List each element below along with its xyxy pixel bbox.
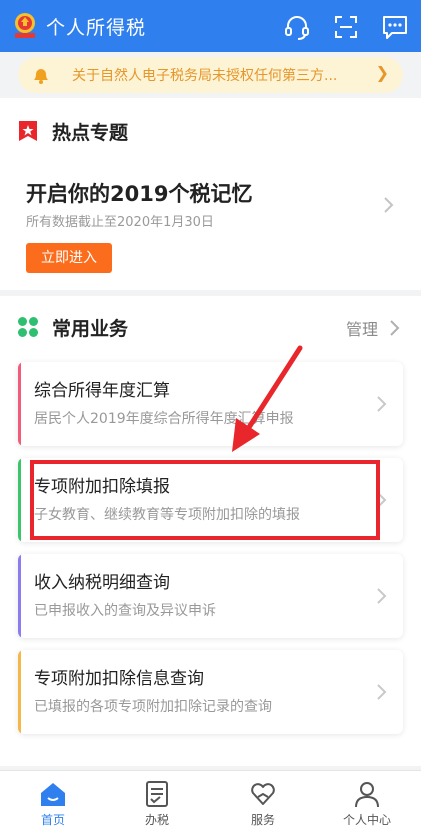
tab-label: 办税	[144, 813, 169, 827]
chevron-right-icon: ❯	[375, 63, 389, 82]
service-title: 专项附加扣除信息查询	[34, 669, 204, 689]
chevron-right-icon	[377, 396, 387, 412]
chevron-right-icon	[377, 684, 387, 700]
notice-banner[interactable]: 关于自然人电子税务局未授权任何第三方... ❯	[18, 57, 403, 93]
service-desc: 已申报收入的查询及异议申诉	[34, 603, 216, 619]
document-icon	[146, 781, 168, 807]
service-item-income-query[interactable]: 收入纳税明细查询 已申报收入的查询及异议申诉	[18, 554, 403, 638]
chevron-right-icon[interactable]	[389, 319, 401, 337]
hot-topics-title: 热点专题	[52, 122, 129, 144]
home-icon	[41, 783, 65, 806]
chevron-right-icon[interactable]	[383, 196, 395, 214]
message-icon[interactable]	[380, 12, 410, 42]
enter-now-button[interactable]: 立即进入	[26, 243, 112, 273]
scan-icon[interactable]	[331, 12, 361, 42]
service-title: 收入纳税明细查询	[34, 573, 170, 593]
heart-hand-icon	[251, 783, 275, 805]
bottom-tab-bar: 首页 办税 服务 个人中心	[0, 770, 421, 832]
accent-bar	[18, 650, 21, 734]
tab-services[interactable]: 服务	[228, 771, 298, 832]
accent-bar	[18, 458, 21, 542]
customer-service-icon[interactable]	[282, 12, 312, 42]
tab-tax-handling[interactable]: 办税	[122, 771, 192, 832]
service-title: 综合所得年度汇算	[34, 381, 170, 401]
person-icon	[355, 782, 379, 808]
tab-label: 服务	[250, 813, 275, 827]
common-services-title: 常用业务	[52, 318, 129, 340]
grid-clover-icon	[18, 317, 38, 337]
service-desc: 居民个人2019年度综合所得年度汇算申报	[34, 411, 294, 427]
tab-label: 个人中心	[342, 813, 391, 827]
chevron-right-icon	[377, 588, 387, 604]
tab-personal-center[interactable]: 个人中心	[332, 771, 402, 832]
notice-text: 关于自然人电子税务局未授权任何第三方...	[72, 68, 338, 84]
service-item-annual-settlement[interactable]: 综合所得年度汇算 居民个人2019年度综合所得年度汇算申报	[18, 362, 403, 446]
highlight-box	[30, 460, 380, 540]
app-title: 个人所得税	[46, 17, 147, 39]
accent-bar	[18, 362, 21, 446]
topic-card-title[interactable]: 开启你的2019个税记忆	[26, 178, 252, 208]
manage-link[interactable]: 管理	[346, 316, 378, 340]
tax-emblem-icon	[15, 13, 35, 38]
tab-home[interactable]: 首页	[18, 771, 88, 832]
accent-bar	[18, 554, 21, 638]
service-item-deduction-query[interactable]: 专项附加扣除信息查询 已填报的各项专项附加扣除记录的查询	[18, 650, 403, 734]
service-desc: 已填报的各项专项附加扣除记录的查询	[34, 699, 272, 715]
bell-icon	[34, 69, 48, 84]
bookmark-icon	[19, 121, 37, 141]
tab-label: 首页	[40, 813, 65, 827]
topic-card-subtitle: 所有数据截止至2020年1月30日	[26, 215, 214, 230]
app-header: 个人所得税	[0, 0, 421, 52]
